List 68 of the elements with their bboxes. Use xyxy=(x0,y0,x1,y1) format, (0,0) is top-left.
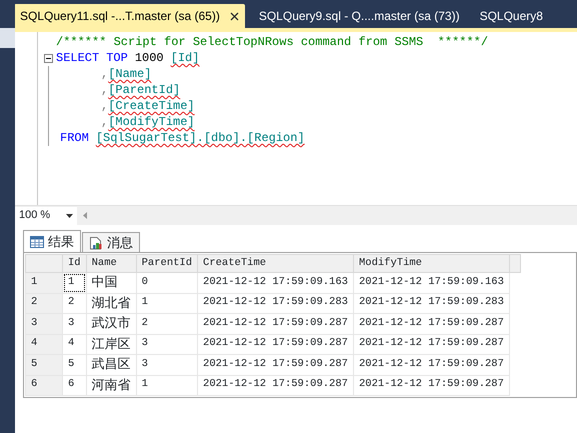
close-icon[interactable] xyxy=(230,12,239,20)
row-number[interactable]: 2 xyxy=(26,293,62,314)
table-cell: 2021-12-12 17:59:09.287 xyxy=(198,375,354,396)
column-header[interactable]: ModifyTime xyxy=(353,254,510,272)
result-tab[interactable]: 结果 xyxy=(23,230,81,252)
document-tab[interactable]: SQLQuery8 xyxy=(474,4,549,28)
table-cell: 武汉市 xyxy=(86,314,136,334)
table-cell: 2021-12-12 17:59:09.287 xyxy=(198,334,354,354)
table-cell: 1 xyxy=(62,272,86,293)
table-cell: 3 xyxy=(62,314,86,334)
table-cell: 江岸区 xyxy=(86,334,136,354)
row-number[interactable]: 6 xyxy=(26,375,62,396)
table-cell: 2021-12-12 17:59:09.287 xyxy=(353,354,510,375)
code-comment: /****** Script for SelectTopNRows command from SSMS ******/ xyxy=(56,34,488,51)
column-header[interactable]: Id xyxy=(62,254,86,272)
code-token: , xyxy=(101,114,108,131)
code-token: [CreateTime] xyxy=(108,98,195,115)
code-token: [SqlSugarTest].[dbo].[Region] xyxy=(96,130,305,147)
row-number[interactable]: 5 xyxy=(26,354,62,375)
code-token: TOP xyxy=(106,50,128,67)
code-token: SELECT xyxy=(56,50,100,67)
document-icon xyxy=(89,236,103,250)
collapse-icon[interactable] xyxy=(44,54,53,62)
table-cell: 湖北省 xyxy=(86,293,136,314)
table-cell: 2021-12-12 17:59:09.287 xyxy=(198,314,354,334)
table-cell: 河南省 xyxy=(86,375,136,396)
row-number[interactable]: 3 xyxy=(26,314,62,334)
grid-icon xyxy=(30,236,44,248)
code-token: FROM xyxy=(60,130,89,147)
result-tab[interactable]: 消息 xyxy=(82,232,140,252)
table-cell: 中国 xyxy=(86,272,136,293)
table-cell: 0 xyxy=(136,272,198,293)
code-token: , xyxy=(101,98,108,115)
table-cell: 2 xyxy=(62,293,86,314)
code-token: [Id] xyxy=(170,50,200,67)
document-tab[interactable]: SQLQuery11.sql -...T.master (sa (65)) xyxy=(15,4,245,28)
code-token: , xyxy=(101,66,108,83)
caret-icon xyxy=(66,214,73,218)
table-cell: 2021-12-12 17:59:09.283 xyxy=(198,293,354,314)
column-header[interactable]: ParentId xyxy=(136,254,198,272)
table-cell: 3 xyxy=(136,334,198,354)
row-number[interactable]: 1 xyxy=(26,272,62,293)
table-cell: 1 xyxy=(136,293,198,314)
table-cell: 2 xyxy=(136,314,198,334)
code-token: [Name] xyxy=(108,66,152,83)
code-token: , xyxy=(101,82,108,99)
table-cell: 2021-12-12 17:59:09.163 xyxy=(353,272,510,293)
code-token: 1000 xyxy=(134,50,164,67)
table-cell: 3 xyxy=(136,354,198,375)
table-cell: 4 xyxy=(62,334,86,354)
table-cell: 2021-12-12 17:59:09.287 xyxy=(353,314,510,334)
table-cell: 武昌区 xyxy=(86,354,136,375)
code-editor[interactable]: /****** Script for SelectTopNRows command from SSMS ******/ SELECT TOP 1000 [Id] ,[Name] ,[ParentId] ,[CreateTime] ,[ModifyTime] FROM [SqlSugarTest].[dbo].[Region] xyxy=(38,32,577,205)
column-header[interactable]: Name xyxy=(86,254,136,272)
table-cell: 2021-12-12 17:59:09.287 xyxy=(353,334,510,354)
table-cell: 2021-12-12 17:59:09.287 xyxy=(198,354,354,375)
table-cell: 2021-12-12 17:59:09.283 xyxy=(353,293,510,314)
table-cell: 6 xyxy=(62,375,86,396)
code-token: [ParentId] xyxy=(108,82,180,99)
table-cell: 5 xyxy=(62,354,86,375)
code-token: [ModifyTime] xyxy=(108,114,195,131)
table-cell: 2021-12-12 17:59:09.287 xyxy=(353,375,510,396)
document-tab[interactable]: SQLQuery9.sql - Q....master (sa (73)) xyxy=(252,4,466,28)
table-cell: 1 xyxy=(136,375,198,396)
row-number[interactable]: 4 xyxy=(26,334,62,354)
column-header[interactable]: CreateTime xyxy=(198,254,354,272)
zoom-dropdown[interactable]: 100 % xyxy=(15,206,77,224)
table-cell: 2021-12-12 17:59:09.163 xyxy=(198,272,354,293)
